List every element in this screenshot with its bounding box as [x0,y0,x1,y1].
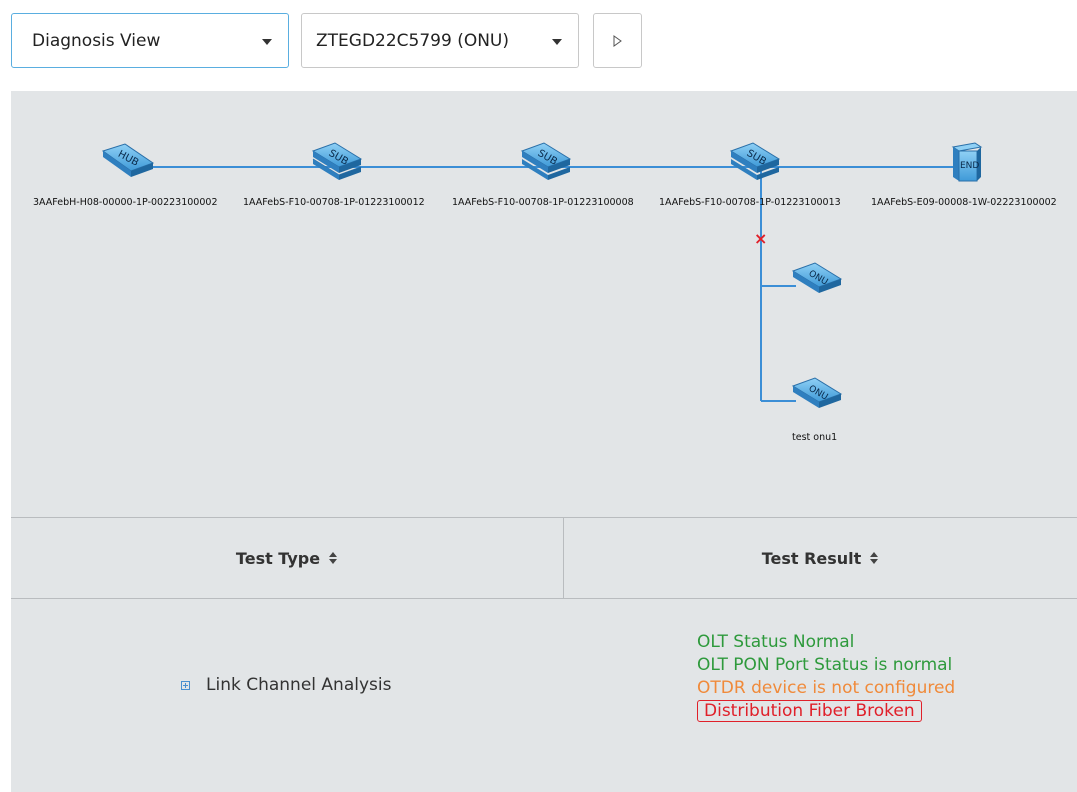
play-icon [613,34,622,47]
node-label-end: 1AAFebS-E09-00008-1W-02223100002 [871,197,1057,208]
end-device-icon[interactable]: END [951,142,983,182]
sub-device-icon[interactable]: SUB [729,142,781,180]
sub-device-icon[interactable]: SUB [311,142,363,180]
results-table-header: Test Type Test Result [11,517,1077,599]
onu-device-icon[interactable]: ONU [791,262,843,293]
node-label-hub: 3AAFebH-H08-00000-1P-00223100002 [33,197,218,208]
fiber-break-icon: × [754,229,767,248]
column-header-label: Test Type [235,548,321,568]
diagnosis-panel: HUB SUB SUB SUB END ONU ONU × 3AAFebH-H0… [11,91,1077,792]
node-label-sub: 1AAFebS-F10-00708-1P-01223100013 [659,197,841,208]
onu-device-icon[interactable]: ONU [791,377,843,408]
view-select-value: Diagnosis View [32,30,161,51]
node-label-sub: 1AAFebS-F10-00708-1P-01223100008 [452,197,634,208]
node-label-onu: test onu1 [792,432,838,443]
column-header-test-type[interactable]: Test Type [11,518,564,598]
hub-device-icon[interactable]: HUB [101,143,155,177]
column-header-test-result[interactable]: Test Result [564,518,1077,598]
sort-icon[interactable] [869,551,879,565]
result-otdr: OTDR device is not configured [697,678,956,698]
test-result-cell: OLT Status Normal OLT PON Port Status is… [697,631,955,723]
view-select[interactable]: Diagnosis View [11,13,289,68]
device-select[interactable]: ZTEGD22C5799 (ONU) [301,13,579,68]
end-type-label: END [960,161,979,171]
test-type-label: Link Channel Analysis [206,675,392,695]
test-type-cell: Link Channel Analysis [181,675,391,695]
sort-icon[interactable] [328,551,338,565]
run-diagnosis-button[interactable] [593,13,642,68]
result-fiber-broken: Distribution Fiber Broken [697,700,922,722]
column-header-label: Test Result [761,548,862,568]
node-label-sub: 1AAFebS-F10-00708-1P-01223100012 [243,197,425,208]
chevron-down-icon [552,39,562,45]
result-olt-status: OLT Status Normal [697,632,855,652]
device-select-value: ZTEGD22C5799 (ONU) [316,30,510,51]
expand-icon[interactable] [181,680,190,690]
sub-device-icon[interactable]: SUB [520,142,572,180]
result-pon-port: OLT PON Port Status is normal [697,655,953,675]
chevron-down-icon [262,39,272,45]
table-row: Link Channel Analysis OLT Status Normal … [11,599,1077,792]
topology-diagram: HUB SUB SUB SUB END ONU ONU × [101,142,983,408]
